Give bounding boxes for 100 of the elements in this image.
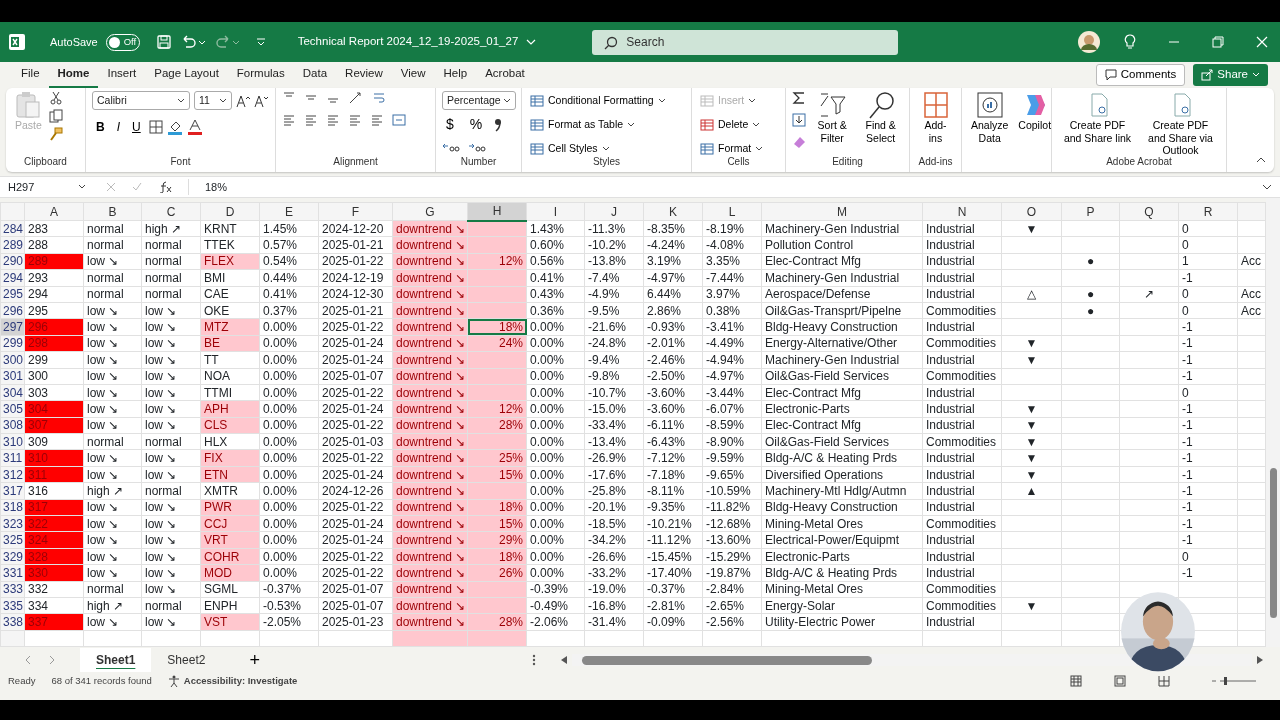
table-cell: 0.00% <box>526 531 585 549</box>
column-header[interactable]: D <box>200 202 260 221</box>
underline-button[interactable]: U <box>128 118 145 136</box>
table-cell: 1.43% <box>526 220 585 237</box>
table-cell: Industrial <box>922 236 1002 254</box>
table-cell: -4.08% <box>702 236 762 254</box>
ribbon-button[interactable]: Analyze Data <box>968 91 1012 145</box>
table-cell: 1 <box>1178 253 1238 270</box>
table-cell: -0.37% <box>259 581 319 598</box>
sheet-tab[interactable]: Sheet1 <box>80 648 152 673</box>
table-cell: 2025-01-22 <box>318 253 393 270</box>
table-cell: 0.41% <box>259 286 319 303</box>
menu-tab[interactable]: Help <box>434 62 477 88</box>
table-cell: TTMI <box>200 384 260 401</box>
column-header[interactable]: M <box>761 202 923 221</box>
table-cell: -13.8% <box>584 253 644 270</box>
table-cell: -26.6% <box>584 548 644 565</box>
table-cell: 0.00% <box>526 417 585 434</box>
table-cell: -0.53% <box>259 597 319 614</box>
column-header[interactable]: G <box>392 202 468 221</box>
column-header[interactable]: C <box>141 202 201 221</box>
table-cell: Acc <box>1237 253 1266 270</box>
accessibility-status[interactable]: Accessibility: Investigate <box>183 674 298 689</box>
add-sheet-button[interactable]: + <box>245 646 264 674</box>
ribbon-button[interactable]: Add-ins <box>916 91 955 145</box>
column-header[interactable]: Q <box>1119 202 1179 221</box>
column-header[interactable]: J <box>584 202 644 221</box>
bold-button[interactable]: B <box>92 118 109 136</box>
dropdown-field[interactable]: 11 <box>194 91 232 110</box>
table-cell: -3.44% <box>702 384 762 401</box>
ribbon-button[interactable]: Create PDF and Share via Outlook <box>1141 91 1220 157</box>
ribbon-button[interactable]: Format as Table <box>528 115 668 135</box>
menu-tab[interactable]: Acrobat <box>476 62 534 88</box>
ribbon-button[interactable]: Conditional Formatting <box>528 91 668 111</box>
share-button[interactable]: Share <box>1193 64 1268 86</box>
percent-button[interactable]: % <box>465 114 487 135</box>
table-cell: 0.00% <box>259 499 319 516</box>
column-header[interactable]: E <box>259 202 319 221</box>
column-header[interactable]: F <box>318 202 393 221</box>
table-cell: 2025-01-24 <box>318 531 393 549</box>
table-cell: -8.59% <box>702 417 762 434</box>
dropdown-field[interactable]: Percentage <box>442 91 516 110</box>
column-header[interactable]: B <box>83 202 142 221</box>
table-cell: 0.00% <box>526 499 585 516</box>
formula-field[interactable]: 18% <box>188 178 1262 196</box>
table-cell: HLX <box>200 433 260 450</box>
column-header[interactable]: I <box>526 202 585 221</box>
table-cell: 0.00% <box>526 318 585 336</box>
column-header[interactable]: R <box>1178 202 1238 221</box>
ribbon-button[interactable]: Copilot <box>1015 91 1055 132</box>
group-label: Add-ins <box>917 155 954 169</box>
table-cell: XMTR <box>200 482 260 500</box>
table-cell: Electronic-Parts <box>761 548 923 565</box>
column-header[interactable]: A <box>24 202 84 221</box>
column-header[interactable]: P <box>1061 202 1120 221</box>
column-header[interactable]: L <box>702 202 762 221</box>
column-header[interactable]: K <box>643 202 703 221</box>
menu-tab[interactable]: File <box>12 62 49 88</box>
column-header[interactable]: O <box>1001 202 1062 221</box>
currency-button[interactable]: $ <box>442 114 458 135</box>
table-cell: 0.00% <box>259 515 319 532</box>
menu-tab[interactable]: Insert <box>98 62 146 88</box>
table-cell: 0.00% <box>259 482 319 500</box>
ribbon-button[interactable]: Sort & Filter <box>810 91 855 145</box>
table-cell: low ↘ <box>141 318 201 336</box>
table-cell: -1 <box>1178 499 1238 516</box>
table-cell: OKE <box>200 302 260 319</box>
menu-tab[interactable]: Page Layout <box>145 62 228 88</box>
table-cell: -10.2% <box>584 236 644 254</box>
search-field[interactable]: Search <box>592 29 899 55</box>
menu-tab[interactable]: Formulas <box>227 62 294 88</box>
table-cell: Industrial <box>922 613 1002 631</box>
table-cell: normal <box>83 269 142 287</box>
table-cell: low ↘ <box>141 351 201 368</box>
table-cell: 2025-01-21 <box>318 236 393 254</box>
table-cell: low ↘ <box>83 318 142 336</box>
sheet-tab[interactable]: Sheet2 <box>151 648 222 673</box>
table-cell: -2.65% <box>702 597 762 614</box>
menu-tab[interactable]: Review <box>336 62 392 88</box>
menu-tab[interactable]: View <box>391 62 435 88</box>
table-cell: ▼ <box>1001 400 1062 418</box>
name-box[interactable]: H297 <box>0 178 90 196</box>
table-cell: -17.6% <box>584 466 644 483</box>
table-cell: -3.60% <box>643 400 703 418</box>
table-cell: low ↘ <box>83 368 142 385</box>
document-title[interactable]: Technical Report 2024_12_19-2025_01_27 <box>297 33 519 51</box>
table-cell: -8.11% <box>643 482 703 500</box>
italic-button[interactable]: I <box>112 118 124 136</box>
group-label: Number <box>459 155 498 169</box>
column-header[interactable]: N <box>922 202 1002 221</box>
ribbon-button[interactable]: Find & Select <box>858 91 903 145</box>
ribbon-button[interactable]: Create PDF and Share link <box>1058 91 1137 145</box>
table-cell: -15.29% <box>702 548 762 565</box>
table-cell: 2025-01-22 <box>318 499 393 516</box>
menu-tab[interactable]: Data <box>293 62 337 88</box>
ribbon-button[interactable]: Delete <box>698 115 766 135</box>
dropdown-field[interactable]: Calibri <box>92 91 190 110</box>
comments-button[interactable]: Comments <box>1095 64 1186 86</box>
table-cell: 316 <box>24 482 84 500</box>
column-header[interactable]: H <box>467 202 527 221</box>
